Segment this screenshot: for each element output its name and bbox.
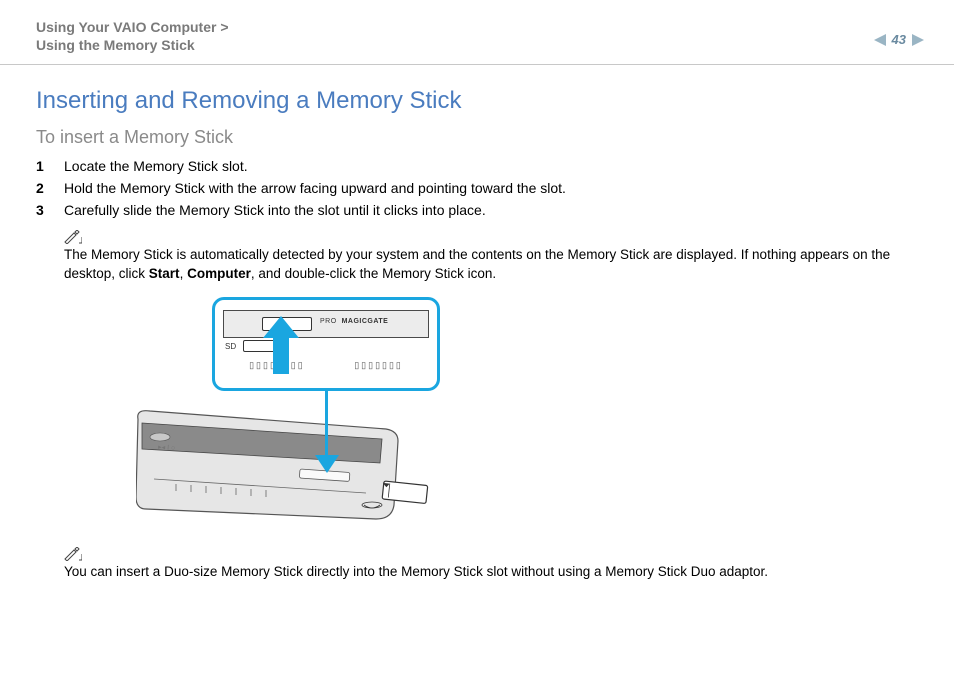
step-row: 1 Locate the Memory Stick slot. (36, 158, 918, 174)
page-nav: 43 (874, 32, 924, 47)
laptop-illustration: ▸◂ I ○ (136, 409, 476, 537)
page-number: 43 (892, 32, 906, 47)
breadcrumb-line1[interactable]: Using Your VAIO Computer > (36, 18, 229, 36)
breadcrumb: Using Your VAIO Computer > Using the Mem… (36, 18, 229, 54)
step-number: 1 (36, 158, 64, 174)
svg-text:▸◂ I ○: ▸◂ I ○ (158, 444, 176, 452)
step-text: Carefully slide the Memory Stick into th… (64, 202, 486, 218)
page-title: Inserting and Removing a Memory Stick (36, 87, 918, 115)
note-2-text: You can insert a Duo-size Memory Stick d… (64, 564, 768, 579)
step-text: Locate the Memory Stick slot. (64, 158, 248, 174)
breadcrumb-line2[interactable]: Using the Memory Stick (36, 36, 229, 54)
callout-arrow-head-icon (315, 455, 339, 473)
note-text-suffix: , and double-click the Memory Stick icon… (251, 266, 496, 281)
instruction-figure: PRO MAGICGATE SD ▯▯▯▯▯▯▯▯ ▯▯▯▯▯▯▯ ▸◂ I ○ (136, 297, 476, 537)
next-page-button[interactable] (912, 34, 924, 46)
note-icon (64, 230, 82, 244)
step-row: 2 Hold the Memory Stick with the arrow f… (36, 180, 918, 196)
note-bold-start: Start (149, 266, 180, 281)
slot-callout: PRO MAGICGATE SD ▯▯▯▯▯▯▯▯ ▯▯▯▯▯▯▯ (212, 297, 440, 391)
slot-label-sd: SD (225, 342, 236, 351)
insert-arrow-icon (261, 316, 301, 376)
callout-leader-line (325, 391, 328, 461)
page-header: Using Your VAIO Computer > Using the Mem… (0, 0, 954, 65)
slot-label-magicgate: PRO MAGICGATE (320, 318, 388, 325)
vent-dots: ▯▯▯▯▯▯▯▯ ▯▯▯▯▯▯▯ (225, 360, 427, 370)
note-1: The Memory Stick is automatically detect… (64, 230, 918, 282)
note-bold-computer: Computer (187, 266, 251, 281)
content-area: Inserting and Removing a Memory Stick To… (0, 65, 954, 591)
instruction-steps: 1 Locate the Memory Stick slot. 2 Hold t… (36, 158, 918, 218)
note-text-mid: , (180, 266, 188, 281)
note-icon (64, 547, 82, 561)
section-subtitle: To insert a Memory Stick (36, 127, 918, 148)
step-number: 3 (36, 202, 64, 218)
step-text: Hold the Memory Stick with the arrow fac… (64, 180, 566, 196)
slot-panel: PRO MAGICGATE (223, 310, 429, 338)
note-2: You can insert a Duo-size Memory Stick d… (64, 547, 918, 581)
step-number: 2 (36, 180, 64, 196)
prev-page-button[interactable] (874, 34, 886, 46)
step-row: 3 Carefully slide the Memory Stick into … (36, 202, 918, 218)
